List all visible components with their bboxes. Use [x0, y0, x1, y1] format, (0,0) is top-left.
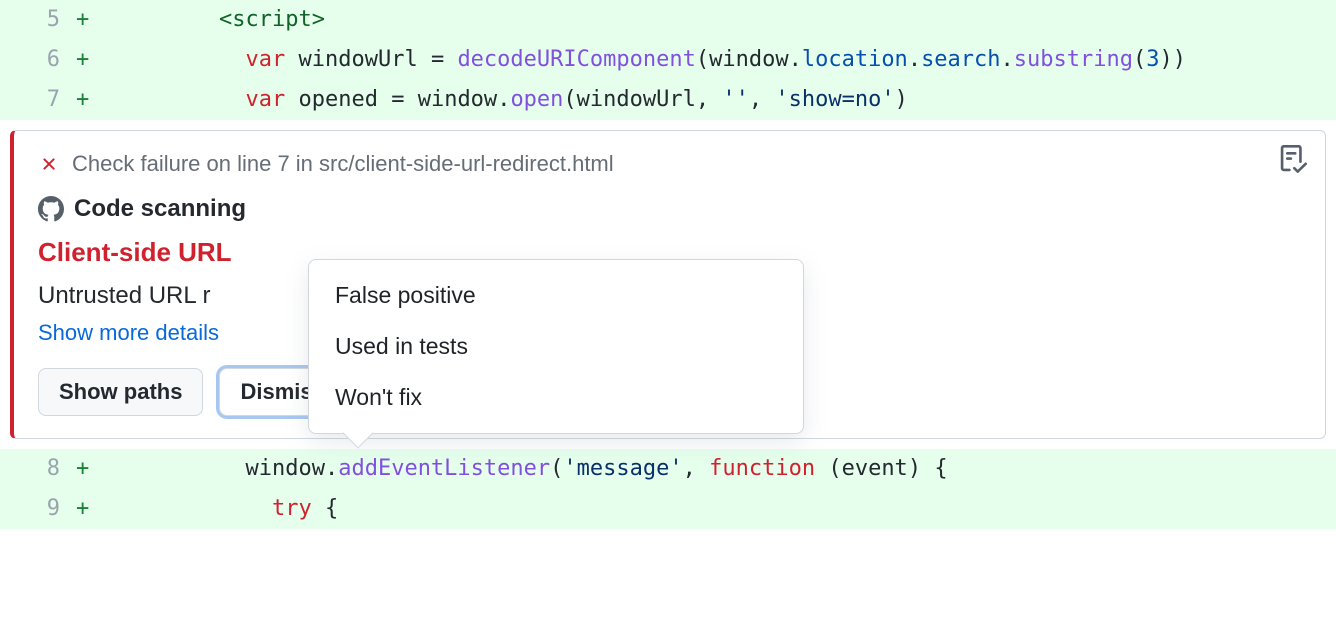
code-content: try {: [106, 489, 338, 529]
diff-line: 8 + window.addEventListener('message', f…: [0, 449, 1336, 489]
menu-item-wont-fix[interactable]: Won't fix: [309, 372, 803, 423]
menu-item-used-in-tests[interactable]: Used in tests: [309, 321, 803, 372]
alert-source: Code scanning: [38, 195, 1301, 223]
diff-line: 9 + try {: [0, 489, 1336, 529]
addition-mark: +: [76, 489, 106, 529]
line-number: 8: [0, 449, 76, 489]
addition-mark: +: [76, 449, 106, 489]
github-icon: [38, 196, 64, 222]
line-number: 6: [0, 40, 76, 80]
diff-line: 7 + var opened = window.open(windowUrl, …: [0, 80, 1336, 120]
line-number: 9: [0, 489, 76, 529]
addition-mark: +: [76, 80, 106, 120]
code-content: var opened = window.open(windowUrl, '', …: [106, 80, 908, 120]
alert-header-text: Check failure on line 7 in src/client-si…: [72, 151, 614, 177]
x-icon: [38, 153, 60, 175]
code-content: var windowUrl = decodeURIComponent(windo…: [106, 40, 1186, 80]
checklist-icon[interactable]: [1279, 145, 1307, 173]
code-content: <script>: [106, 0, 325, 40]
addition-mark: +: [76, 40, 106, 80]
line-number: 7: [0, 80, 76, 120]
addition-mark: +: [76, 0, 106, 40]
diff-line: 6 + var windowUrl = decodeURIComponent(w…: [0, 40, 1336, 80]
code-content: window.addEventListener('message', funct…: [106, 449, 948, 489]
diff-line: 5 + <script>: [0, 0, 1336, 40]
dismiss-menu: False positive Used in tests Won't fix: [308, 259, 804, 434]
show-paths-button[interactable]: Show paths: [38, 368, 203, 416]
menu-item-false-positive[interactable]: False positive: [309, 270, 803, 321]
alert-source-text: Code scanning: [74, 195, 246, 223]
show-more-details-link[interactable]: Show more details: [38, 320, 219, 346]
line-number: 5: [0, 0, 76, 40]
alert-header: Check failure on line 7 in src/client-si…: [38, 151, 1301, 177]
code-scanning-alert: Check failure on line 7 in src/client-si…: [10, 130, 1326, 439]
